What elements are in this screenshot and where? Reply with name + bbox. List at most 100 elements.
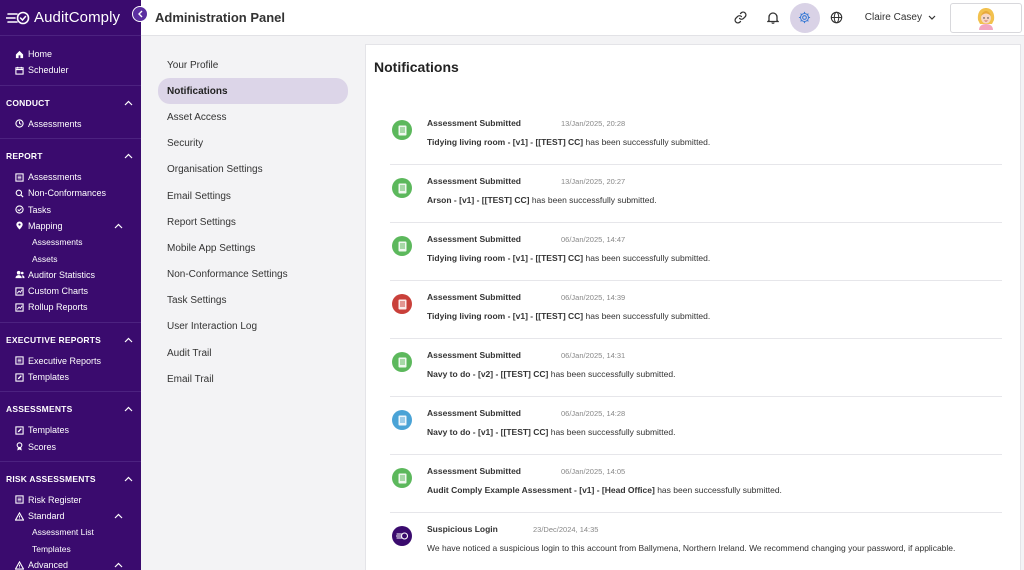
chevron-up-icon: [124, 100, 133, 106]
chevron-up-icon: [124, 406, 133, 412]
notifications-button[interactable]: [757, 3, 789, 33]
sidebar-item-label: Templates: [32, 543, 71, 554]
sidebar-item-mapping-assets[interactable]: Assets: [0, 250, 141, 266]
settings-button[interactable]: [789, 2, 820, 33]
sidebar-item-standard[interactable]: Standard: [0, 508, 141, 524]
sidebar-item-auditor-statistics[interactable]: Auditor Statistics: [0, 267, 141, 283]
map-pin-icon: [14, 221, 25, 230]
notification-message: Tidying living room - [v1] - [[TEST] CC]…: [427, 136, 997, 149]
users-icon: [14, 270, 25, 279]
language-button[interactable]: [821, 3, 853, 33]
subnav-organisation-settings[interactable]: Organisation Settings: [158, 157, 348, 183]
notification-item[interactable]: Assessment Submitted 06/Jan/2025, 14:05 Au…: [390, 455, 1002, 513]
user-menu-button[interactable]: Claire Casey: [865, 12, 936, 23]
brand-logo[interactable]: AuditComply: [0, 0, 141, 36]
sidebar-item-non-conformances[interactable]: Non-Conformances: [0, 185, 141, 201]
notification-title: Assessment Submitted: [427, 118, 521, 128]
notification-text: has been successfully submitted.: [583, 137, 711, 147]
sidebar-item-assessment-list[interactable]: Assessment List: [0, 524, 141, 540]
section-header-report[interactable]: REPORT: [0, 143, 141, 169]
assessment-doc-icon: [392, 410, 412, 430]
notification-timestamp: 06/Jan/2025, 14:31: [561, 351, 626, 360]
notification-text: We have noticed a suspicious login to th…: [427, 543, 956, 553]
home-icon: [14, 50, 25, 59]
subnav-notifications[interactable]: Notifications: [158, 78, 348, 105]
subnav-non-conformance-settings[interactable]: Non-Conformance Settings: [158, 262, 348, 288]
user-avatar-icon: [977, 7, 995, 30]
user-name: Claire Casey: [864, 12, 922, 23]
sidebar-item-assessment-templates[interactable]: Templates: [0, 422, 141, 438]
nav-group-executive: EXECUTIVE REPORTS Executive Reports Temp…: [0, 323, 141, 393]
sidebar-item-home[interactable]: Home: [0, 46, 141, 62]
sidebar-item-advanced[interactable]: Advanced: [0, 557, 141, 570]
sidebar-item-scheduler[interactable]: Scheduler: [0, 62, 141, 78]
subnav-mobile-app-settings[interactable]: Mobile App Settings: [158, 235, 348, 261]
sidebar-item-risk-templates[interactable]: Templates: [0, 541, 141, 557]
section-title: CONDUCT: [6, 97, 50, 108]
notification-text: has been successfully submitted.: [654, 485, 782, 495]
subnav-user-interaction-log[interactable]: User Interaction Log: [158, 314, 348, 340]
section-title: ASSESSMENTS: [6, 404, 73, 415]
sidebar-item-tasks[interactable]: Tasks: [0, 201, 141, 217]
assessment-doc-icon: [392, 468, 412, 488]
notification-item[interactable]: Assessment Submitted 06/Jan/2025, 14:39 Ti…: [390, 281, 1002, 339]
notifications-panel: Notifications Assessment Submitted 13/Jan…: [365, 44, 1021, 570]
top-bar-actions: Claire Casey: [725, 0, 1024, 36]
notification-text: has been successfully submitted.: [583, 253, 711, 263]
subnav-security[interactable]: Security: [158, 131, 348, 157]
warning-icon: [14, 511, 25, 521]
sidebar-item-label: Assessment List: [32, 527, 94, 538]
notification-title: Assessment Submitted: [427, 408, 521, 418]
sidebar-item-mapping-assessments[interactable]: Assessments: [0, 234, 141, 250]
list-icon: [14, 356, 25, 365]
notification-message: Tidying living room - [v1] - [[TEST] CC]…: [427, 252, 997, 265]
sidebar-item-custom-charts[interactable]: Custom Charts: [0, 283, 141, 299]
clock-icon: [14, 119, 25, 128]
subnav-audit-trail[interactable]: Audit Trail: [158, 340, 348, 366]
notification-title: Assessment Submitted: [427, 176, 521, 186]
chevron-up-icon: [114, 223, 123, 229]
chart-icon: [14, 286, 25, 296]
section-title: RISK ASSESSMENTS: [6, 473, 96, 484]
assessment-doc-icon: [392, 178, 412, 198]
section-header-assessments[interactable]: ASSESSMENTS: [0, 396, 141, 422]
sidebar-item-label: Scores: [28, 441, 57, 452]
sidebar-item-rollup-reports[interactable]: Rollup Reports: [0, 299, 141, 315]
subnav-email-trail[interactable]: Email Trail: [158, 366, 348, 392]
sidebar-item-label: Mapping: [28, 220, 63, 231]
section-header-risk[interactable]: RISK ASSESSMENTS: [0, 466, 141, 492]
sidebar-item-scores[interactable]: Scores: [0, 438, 141, 454]
subnav-your-profile[interactable]: Your Profile: [158, 52, 348, 78]
notification-item[interactable]: Assessment Submitted 06/Jan/2025, 14:28 Na…: [390, 397, 1002, 455]
assessment-name: Tidying living room - [v1] - [[TEST] CC]: [427, 253, 584, 263]
section-header-conduct[interactable]: CONDUCT: [0, 90, 141, 116]
page-title: Administration Panel: [155, 10, 286, 25]
assessment-name: Navy to do - [v2] - [[TEST] CC]: [427, 369, 549, 379]
collapse-sidebar-button[interactable]: [132, 6, 148, 22]
assessment-doc-icon: [392, 294, 412, 314]
subnav-asset-access[interactable]: Asset Access: [158, 104, 348, 130]
subnav-task-settings[interactable]: Task Settings: [158, 288, 348, 314]
sidebar-item-conduct-assessments[interactable]: Assessments: [0, 116, 141, 132]
brand-name: AuditComply: [34, 9, 121, 26]
sidebar-item-label: Assessments: [32, 237, 83, 248]
notification-item[interactable]: Assessment Submitted 06/Jan/2025, 14:47 Ti…: [390, 223, 1002, 281]
sidebar-item-mapping[interactable]: Mapping: [0, 218, 141, 234]
notification-item[interactable]: Assessment Submitted 13/Jan/2025, 20:27 Ar…: [390, 165, 1002, 223]
notification-item[interactable]: Suspicious Login 23/Dec/2024, 14:35 We hav…: [390, 513, 1002, 570]
sidebar-item-risk-register[interactable]: Risk Register: [0, 492, 141, 508]
notification-item[interactable]: Assessment Submitted 13/Jan/2025, 20:28 Ti…: [390, 107, 1002, 165]
section-header-executive[interactable]: EXECUTIVE REPORTS: [0, 327, 141, 353]
sidebar-item-executive-reports[interactable]: Executive Reports: [0, 353, 141, 369]
sidebar-item-report-assessments[interactable]: Assessments: [0, 169, 141, 185]
avatar[interactable]: [950, 2, 1022, 33]
link-button[interactable]: [725, 3, 757, 33]
section-title: EXECUTIVE REPORTS: [6, 334, 102, 345]
notification-item[interactable]: Assessment Submitted 06/Jan/2025, 14:31 Na…: [390, 339, 1002, 397]
subnav-email-settings[interactable]: Email Settings: [158, 183, 348, 209]
notification-timestamp: 06/Jan/2025, 14:28: [561, 409, 626, 418]
sidebar-item-label: Non-Conformances: [28, 188, 107, 199]
notification-timestamp: 23/Dec/2024, 14:35: [533, 525, 599, 534]
subnav-report-settings[interactable]: Report Settings: [158, 209, 348, 235]
sidebar-item-executive-templates[interactable]: Templates: [0, 369, 141, 385]
